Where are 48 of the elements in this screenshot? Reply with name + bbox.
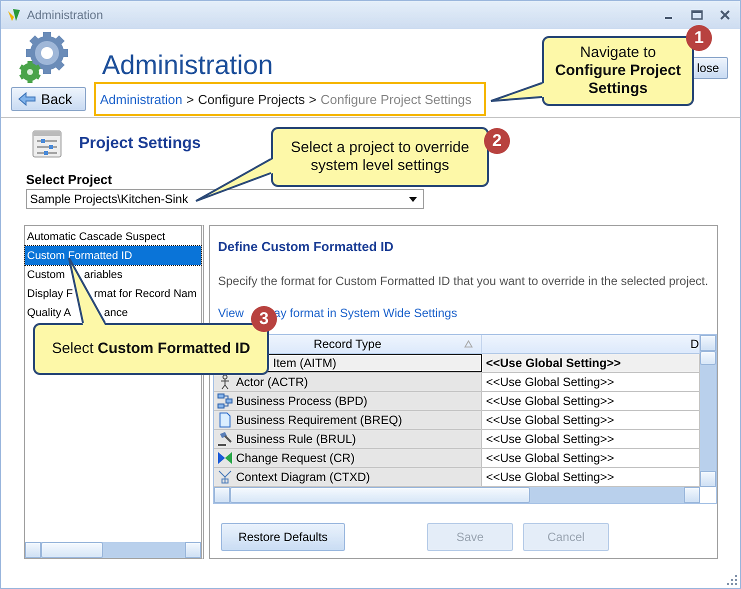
settings-list-item[interactable]: Custom Formatted ID <box>25 246 201 265</box>
close-icon[interactable] <box>718 8 732 22</box>
vertical-scrollbar[interactable] <box>700 335 716 487</box>
app-logo-icon <box>7 8 21 22</box>
maximize-icon[interactable] <box>690 8 704 22</box>
settings-list-item[interactable]: Custom ariables <box>25 265 201 284</box>
project-dropdown[interactable]: Sample Projects\Kitchen-Sink <box>26 189 424 209</box>
window-title: Administration <box>27 8 104 22</box>
breadcrumb-item: Configure Projects <box>198 92 305 106</box>
table-cell[interactable]: Actor (ACTR) <box>214 373 482 391</box>
field-label: Select Project <box>26 172 113 187</box>
breadcrumb-separator: > <box>186 92 194 106</box>
document-icon <box>217 412 233 428</box>
callout-pointer <box>490 82 544 102</box>
table-cell[interactable]: Business Rule (BRUL) <box>214 430 482 448</box>
table-cell[interactable]: Context Diagram (CTXD) <box>214 468 482 486</box>
panel-title: Define Custom Formatted ID <box>218 239 395 254</box>
flowchart-icon <box>217 393 233 409</box>
left-arrow-icon <box>18 92 36 106</box>
bowtie-icon <box>217 450 233 466</box>
table-cell[interactable]: <<Use Global Setting>> <box>482 354 700 372</box>
sort-triangle-icon <box>464 340 473 348</box>
table-cell[interactable]: Change Request (CR) <box>214 449 482 467</box>
section-title: Project Settings <box>79 135 201 153</box>
settings-link[interactable]: View <box>218 306 244 320</box>
breadcrumb-link[interactable]: Administration <box>100 92 182 106</box>
gears-icon <box>17 31 69 83</box>
action-button[interactable]: Restore Defaults <box>221 523 345 551</box>
callout-tooltip: Select a project to override system level settings <box>271 127 489 187</box>
diagram-icon <box>217 469 233 485</box>
step-number-badge: 2 <box>484 128 510 154</box>
resize-grip-icon[interactable] <box>727 575 737 585</box>
page-title: Administration <box>102 50 274 81</box>
table-cell[interactable]: Business Requirement (BREQ) <box>214 411 482 429</box>
settings-list-item[interactable]: Automatic Cascade Suspect <box>25 227 201 246</box>
sliders-icon <box>31 128 63 160</box>
gavel-icon <box>217 431 233 447</box>
back-button[interactable]: Back <box>11 87 86 111</box>
horizontal-scrollbar[interactable] <box>214 487 700 503</box>
table-cell[interactable]: Business Process (BPD) <box>214 392 482 410</box>
breadcrumb-separator: > <box>308 92 317 106</box>
horizontal-scrollbar[interactable] <box>25 542 201 558</box>
description-text: Specify the format for Custom Formatted ID that you want to override in the selected project. <box>218 274 710 288</box>
breadcrumb-item: Configure Project Settings <box>320 92 472 106</box>
settings-list-item[interactable]: Display F rmat for Record Nam <box>25 284 201 303</box>
settings-list-item[interactable]: Quality A ance <box>25 303 201 322</box>
callout-tooltip: Navigate to Configure Project Settings <box>542 36 694 106</box>
close-button[interactable]: lose <box>692 57 728 79</box>
